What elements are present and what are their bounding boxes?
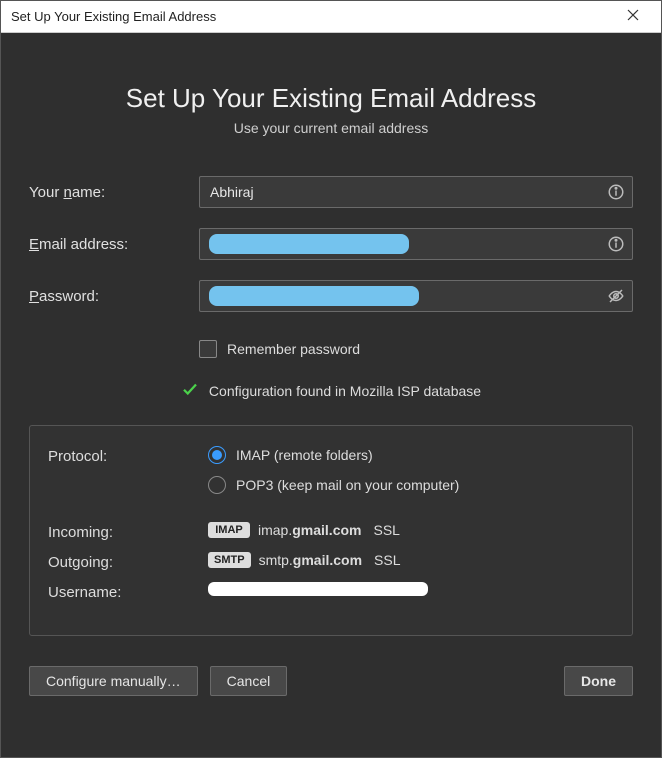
email-redaction (209, 234, 409, 254)
remember-label: Remember password (227, 341, 360, 357)
eye-off-icon[interactable] (607, 287, 625, 305)
username-redaction (208, 582, 428, 596)
outgoing-label: Outgoing: (48, 552, 208, 571)
cancel-button[interactable]: Cancel (210, 666, 288, 696)
email-label: Email address: (29, 236, 199, 253)
info-icon[interactable] (607, 183, 625, 201)
config-status-text: Configuration found in Mozilla ISP datab… (209, 383, 481, 399)
password-redaction (209, 286, 419, 306)
protocol-pop3-option[interactable]: POP3 (keep mail on your computer) (208, 476, 459, 494)
check-icon (181, 380, 199, 401)
remember-password-row[interactable]: Remember password (199, 340, 633, 358)
settings-panel: Protocol: IMAP (remote folders) POP3 (ke… (29, 425, 633, 636)
setup-dialog: Set Up Your Existing Email Address Set U… (0, 0, 662, 758)
window-title: Set Up Your Existing Email Address (11, 9, 613, 24)
name-label: Your name: (29, 184, 199, 201)
close-button[interactable] (613, 3, 653, 31)
ssl-label: SSL (374, 552, 400, 568)
info-icon[interactable] (607, 235, 625, 253)
configure-manually-button[interactable]: Configure manually… (29, 666, 198, 696)
username-label: Username: (48, 582, 208, 601)
email-row: Email address: (29, 228, 633, 260)
button-bar: Configure manually… Cancel Done (29, 666, 633, 696)
username-value (208, 582, 428, 596)
ssl-label: SSL (373, 522, 399, 538)
imap-option-label: IMAP (remote folders) (236, 447, 373, 463)
password-label: Password: (29, 288, 199, 305)
titlebar: Set Up Your Existing Email Address (1, 1, 661, 33)
config-status: Configuration found in Mozilla ISP datab… (29, 380, 633, 401)
page-subtitle: Use your current email address (29, 120, 633, 136)
radio-icon (208, 476, 226, 494)
name-row: Your name: (29, 176, 633, 208)
page-title: Set Up Your Existing Email Address (29, 83, 633, 114)
remember-checkbox[interactable] (199, 340, 217, 358)
name-input[interactable] (199, 176, 633, 208)
close-icon (627, 9, 639, 24)
radio-selected-icon (208, 446, 226, 464)
done-button[interactable]: Done (564, 666, 633, 696)
password-row: Password: (29, 280, 633, 312)
smtp-badge: SMTP (208, 552, 251, 568)
pop3-option-label: POP3 (keep mail on your computer) (236, 477, 459, 493)
imap-badge: IMAP (208, 522, 250, 538)
protocol-imap-option[interactable]: IMAP (remote folders) (208, 446, 459, 464)
incoming-value: IMAP imap.gmail.com SSL (208, 522, 400, 538)
outgoing-value: SMTP smtp.gmail.com SSL (208, 552, 401, 568)
protocol-label: Protocol: (48, 446, 208, 465)
incoming-label: Incoming: (48, 522, 208, 541)
